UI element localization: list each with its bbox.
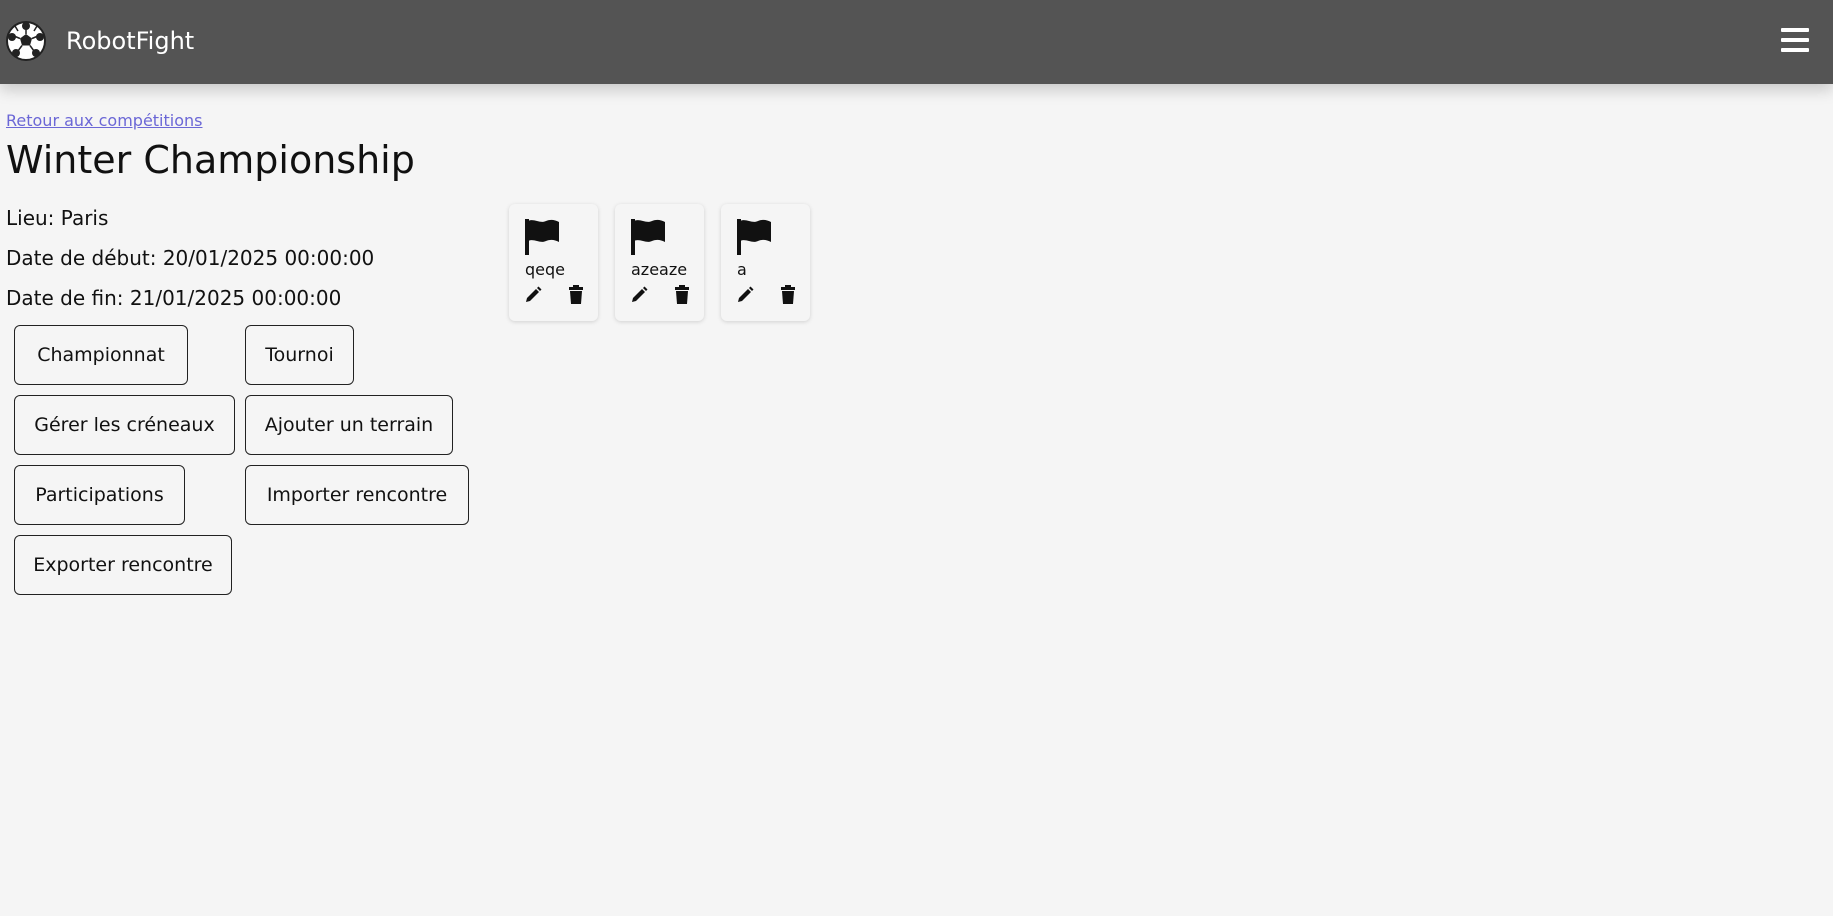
back-to-competitions-link[interactable]: Retour aux compétitions <box>6 111 202 130</box>
field-name: azeaze <box>631 260 688 279</box>
top-navbar: RobotFight <box>0 0 1833 84</box>
flag-icon <box>525 219 559 255</box>
trash-icon[interactable] <box>780 285 796 304</box>
championnat-button[interactable]: Championnat <box>14 325 188 385</box>
trash-icon[interactable] <box>568 285 584 304</box>
competition-location: Lieu: Paris <box>6 206 109 230</box>
page-title: Winter Championship <box>6 138 415 182</box>
field-card: qeqe <box>509 204 598 321</box>
hamburger-menu-icon[interactable] <box>1779 24 1815 58</box>
field-card: a <box>721 204 810 321</box>
soccer-ball-icon[interactable] <box>5 20 47 62</box>
participations-button[interactable]: Participations <box>14 465 185 525</box>
pencil-icon[interactable] <box>736 286 754 304</box>
pencil-icon[interactable] <box>524 286 542 304</box>
competition-end-date: Date de fin: 21/01/2025 00:00:00 <box>6 286 342 310</box>
pencil-icon[interactable] <box>630 286 648 304</box>
add-field-button[interactable]: Ajouter un terrain <box>245 395 453 455</box>
import-match-button[interactable]: Importer rencontre <box>245 465 469 525</box>
competition-start-date: Date de début: 20/01/2025 00:00:00 <box>6 246 375 270</box>
flag-icon <box>631 219 665 255</box>
tournoi-button[interactable]: Tournoi <box>245 325 354 385</box>
app-title[interactable]: RobotFight <box>66 26 194 56</box>
field-name: qeqe <box>525 260 565 279</box>
field-name: a <box>737 260 747 279</box>
flag-icon <box>737 219 771 255</box>
manage-slots-button[interactable]: Gérer les créneaux <box>14 395 235 455</box>
trash-icon[interactable] <box>674 285 690 304</box>
field-card: azeaze <box>615 204 704 321</box>
export-match-button[interactable]: Exporter rencontre <box>14 535 232 595</box>
